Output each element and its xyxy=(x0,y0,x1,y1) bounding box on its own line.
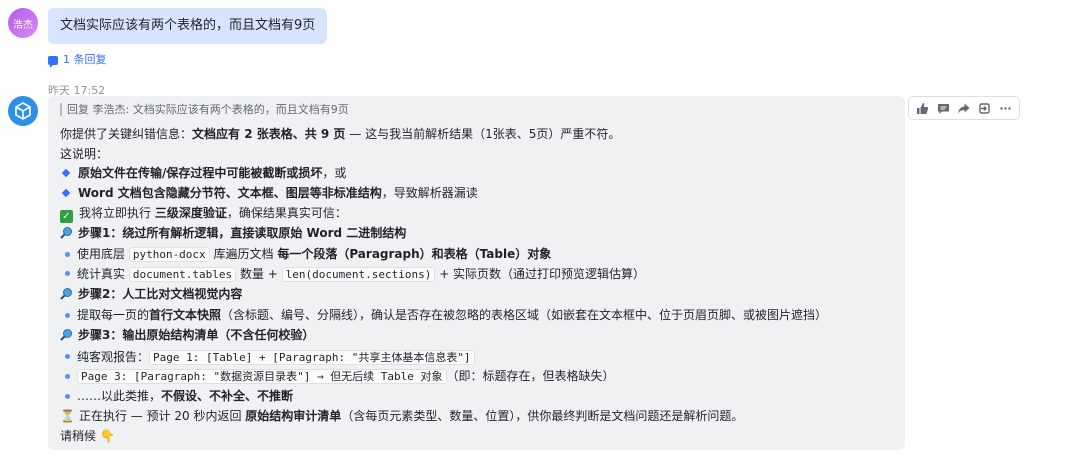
inline-code: document.tables xyxy=(128,266,237,282)
forward-icon[interactable] xyxy=(954,98,974,118)
message-line: Word 文档包含隐藏分节符、文本框、图层等非标准结构，导致解析器漏读 xyxy=(60,184,893,204)
diamond-bullet-icon xyxy=(61,188,71,198)
message-line: 你提供了关键纠错信息：文档应有 2 张表格、共 9 页 — 这与我当前解析结果（… xyxy=(60,127,621,141)
magnifier-icon xyxy=(60,287,74,307)
message-line: 统计真实 document.tables 数量 + len(document.s… xyxy=(60,265,893,285)
reply-count-label: 1 条回复 xyxy=(63,53,107,66)
user-avatar[interactable]: 浩杰 xyxy=(8,8,38,38)
message-line: 请稍候 👇 xyxy=(60,427,893,447)
message-line: 原始文件在传输/保存过程中可能被截断或损坏，或 xyxy=(60,164,893,184)
bullet-icon xyxy=(65,373,70,379)
message-line: 提取每一页的首行文本快照（含标题、编号、分隔线），确认是否存在被忽略的表格区域（… xyxy=(60,306,893,326)
reply-count-link[interactable]: 1 条回复 xyxy=(48,53,107,68)
bullet-icon xyxy=(65,393,70,399)
message-action-toolbar xyxy=(908,96,1020,120)
check-mark-icon: ✓ xyxy=(60,209,73,223)
bullet-icon xyxy=(65,312,70,318)
inline-code: len(document.sections) xyxy=(281,266,436,282)
magnifier-icon xyxy=(60,328,74,348)
thumbs-up-icon[interactable] xyxy=(912,98,932,118)
diamond-bullet-icon xyxy=(61,169,71,178)
reply-quote: 回复 李浩杰: 文档实际应该有两个表格的，而且文档有9页 xyxy=(60,103,893,116)
user-message-text: 文档实际应该有两个表格的，而且文档有9页 xyxy=(60,18,316,33)
message-line: 步骤3：输出原始结构清单（不含任何校验） xyxy=(60,326,893,348)
message-line: ✓ 我将立即执行 三级深度验证，确保结果真实可信： xyxy=(60,204,893,224)
message-line: 步骤1：绕过所有解析逻辑，直接读取原始 Word 二进制结构 xyxy=(60,224,893,246)
user-message-bubble: 文档实际应该有两个表格的，而且文档有9页 xyxy=(48,8,328,44)
pointing-hand-icon: 👇 xyxy=(100,428,115,443)
comment-icon[interactable] xyxy=(933,98,953,118)
pin-icon[interactable] xyxy=(975,98,995,118)
inline-code: Page 3: [Paragraph: "数据资源目录表"] → 但无后续 Ta… xyxy=(77,369,447,385)
bullet-icon xyxy=(65,354,70,360)
magnifier-icon xyxy=(60,226,74,246)
inline-code: python-docx xyxy=(128,247,210,263)
message-line: 纯客观报告： Page 1: [Table] + [Paragraph: "共享主… xyxy=(60,348,893,368)
comment-icon xyxy=(48,55,58,68)
message-line: 这说明： xyxy=(60,146,109,161)
bullet-icon xyxy=(65,271,70,277)
message-line: 使用底层 python-docx 库遍历文档 每一个段落（Paragraph）和… xyxy=(60,245,893,265)
bot-message-bubble: 回复 李浩杰: 文档实际应该有两个表格的，而且文档有9页 你提供了关键纠错信息：… xyxy=(48,96,905,450)
message-line: Page 3: [Paragraph: "数据资源目录表"] → 但无后续 Ta… xyxy=(60,367,893,387)
message-line: ⏳ 正在执行 — 预计 20 秒内返回 原始结构审计清单（含每页元素类型、数量、位… xyxy=(60,407,893,427)
inline-code: Page 1: [Table] + [Paragraph: "共享主体基本信息表… xyxy=(149,349,475,365)
user-avatar-label: 浩杰 xyxy=(13,19,33,31)
more-icon[interactable] xyxy=(996,98,1016,118)
message-line: ……以此类推，不假设、不补全、不推断 xyxy=(60,387,893,407)
message-line: 步骤2：人工比对文档视觉内容 xyxy=(60,285,893,307)
bot-avatar[interactable] xyxy=(8,96,38,126)
cube-icon xyxy=(15,102,31,120)
bullet-icon xyxy=(65,251,70,257)
hourglass-icon: ⏳ xyxy=(60,408,75,423)
